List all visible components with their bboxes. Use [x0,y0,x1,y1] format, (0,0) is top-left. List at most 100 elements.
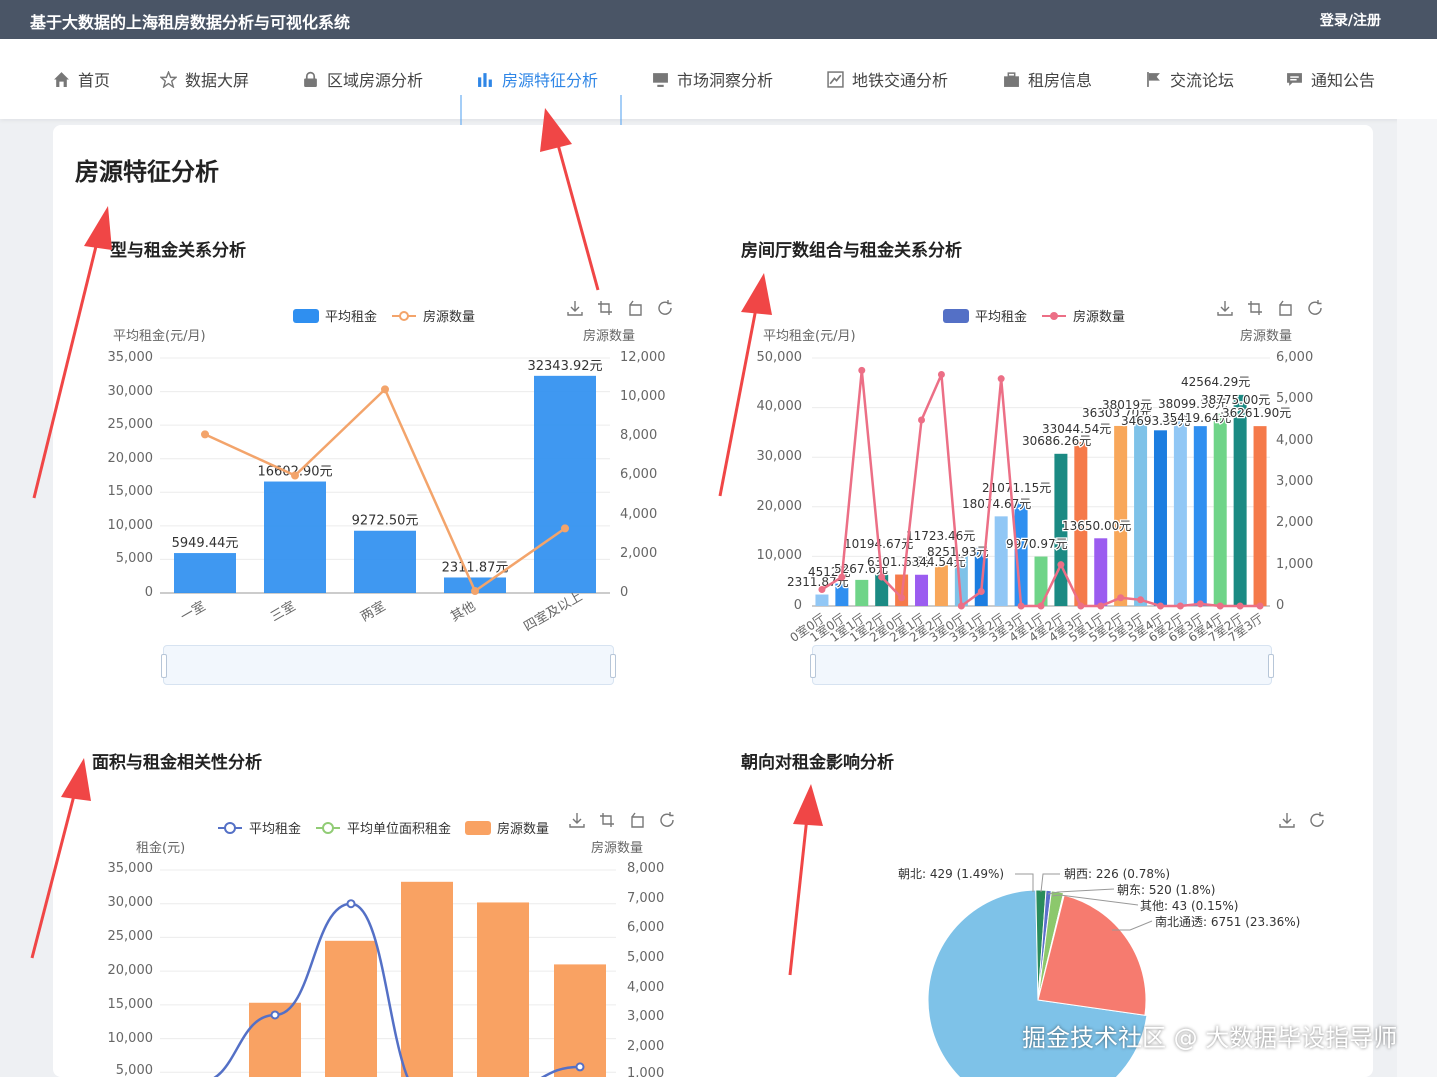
slider-handle-right[interactable] [1268,654,1274,678]
nav-forum[interactable]: 交流论坛 [1145,65,1234,93]
nav-rental-info[interactable]: 租房信息 [1003,65,1092,93]
y-tick: 20,000 [756,499,803,514]
nav-notice[interactable]: 通知公告 [1286,65,1375,93]
y-tick: 10,000 [107,1031,154,1046]
panel2-datazoom-slider[interactable] [810,645,1274,685]
panel2-title: 房间厅数组合与租金关系分析 [741,241,962,261]
slider-handle-right[interactable] [610,654,616,678]
legend-bar-swatch [465,820,492,835]
nav-label: 交流论坛 [1170,71,1235,90]
y-tick-right: 6,000 [620,467,658,482]
panel1-legend: 平均租金 房源数量 [293,306,475,325]
refresh-icon[interactable] [1308,811,1326,829]
y-tick-right: 1,000 [627,1066,665,1077]
y-tick-right: 0 [620,585,629,600]
download-icon[interactable] [568,811,586,829]
login-register-link[interactable]: 登录/注册 [1320,10,1381,30]
y-tick: 25,000 [107,417,154,432]
refresh-icon[interactable] [1306,299,1324,317]
y-tick-right: 6,000 [1276,350,1314,365]
y-tick-right: 8,000 [620,428,658,443]
refresh-icon[interactable] [656,299,674,317]
legend-label[interactable]: 房源数量 [1073,306,1125,325]
y-tick-right: 2,000 [620,546,658,561]
nav-label: 地铁交通分析 [852,71,949,90]
panel2-legend: 平均租金 房源数量 [943,306,1125,325]
legend-label[interactable]: 平均租金 [325,306,377,325]
y-tick: 5,000 [115,1063,153,1077]
page-title: 房源特征分析 [75,158,219,186]
nav-label: 租房信息 [1028,71,1093,90]
y-tick: 15,000 [107,484,154,499]
download-icon[interactable] [1216,299,1234,317]
legend-label[interactable]: 房源数量 [497,818,549,837]
y-tick: 30,000 [107,895,154,910]
y-tick-right: 2,000 [627,1039,665,1054]
panel3-yaxis-left-name: 租金(元) [136,841,186,856]
y-tick: 10,000 [756,548,803,563]
panel2-yaxis-left-name: 平均租金(元/月) [763,329,856,344]
zoom-icon[interactable] [1246,299,1264,317]
download-icon[interactable] [566,299,584,317]
download-icon[interactable] [1278,811,1296,829]
zoom-icon[interactable] [596,299,614,317]
message-icon [1287,72,1302,86]
lock-icon [304,71,317,87]
y-tick-right: 2,000 [1276,515,1314,530]
watermark: 掘金技术社区 @ 大数据毕设指导师 [1022,1024,1398,1052]
nav-label: 数据大屏 [185,71,250,90]
y-tick-right: 4,000 [620,507,658,522]
main-nav: 首页 数据大屏 区域房源分析 房源特征分析 市场洞察分析 地铁交通分析 租房信息… [0,39,1437,159]
pie-label: 南北通透: 6751 (23.36%) [1155,915,1301,929]
y-tick-right: 5,000 [627,950,665,965]
legend-line-swatch [392,310,417,321]
y-tick: 30,000 [756,449,803,464]
nav-data-screen[interactable]: 数据大屏 [160,65,249,93]
nav-label: 区域房源分析 [327,71,424,90]
top-bar: 基于大数据的上海租房数据分析与可视化系统 登录/注册 [0,0,1437,39]
refresh-icon[interactable] [658,811,676,829]
pie-label: 朝北: 429 (1.49%) [898,867,1005,881]
star-icon [160,70,177,88]
panel2-toolbox [1216,299,1324,317]
slider-handle-left[interactable] [810,654,816,678]
nav-label: 房源特征分析 [502,71,599,90]
nav-subway-analysis[interactable]: 地铁交通分析 [827,65,948,93]
nav-feature-analysis[interactable]: 房源特征分析 [477,65,598,93]
legend-label[interactable]: 房源数量 [423,306,475,325]
slider-handle-left[interactable] [161,654,167,678]
y-tick: 50,000 [756,350,803,365]
y-tick: 0 [144,585,153,600]
legend-label[interactable]: 平均租金 [249,818,301,837]
legend-line-swatch [316,821,341,834]
legend-bar-swatch [293,308,319,323]
right-gutter [1397,119,1437,1077]
legend-label[interactable]: 平均租金 [975,306,1027,325]
y-tick: 25,000 [107,929,154,944]
y-tick: 30,000 [107,384,154,399]
content-card [53,125,1373,1077]
y-tick: 15,000 [107,997,154,1012]
zoom-reset-icon[interactable] [626,299,644,317]
pie-label: 朝东: 520 (1.8%) [1117,883,1216,897]
line-chart-icon [827,70,844,88]
panel1-toolbox [566,299,674,317]
zoom-reset-icon[interactable] [1276,299,1294,317]
y-tick: 20,000 [107,451,154,466]
zoom-reset-icon[interactable] [628,811,646,829]
nav-home[interactable]: 首页 [53,65,110,93]
zoom-icon[interactable] [598,811,616,829]
legend-label[interactable]: 平均单位面积租金 [347,818,451,837]
pie-label: 其他: 43 (0.15%) [1140,899,1239,913]
y-tick-right: 3,000 [627,1009,665,1024]
panel4-title: 朝向对租金影响分析 [741,753,894,773]
nav-region-analysis[interactable]: 区域房源分析 [302,65,423,93]
panel1-datazoom-slider[interactable] [161,645,616,685]
y-tick: 10,000 [107,518,154,533]
flag-icon [1147,71,1160,87]
y-tick: 0 [793,598,802,613]
nav-market-insight[interactable]: 市场洞察分析 [652,65,773,93]
y-tick: 5,000 [115,551,153,566]
nav-label: 市场洞察分析 [677,71,774,90]
y-tick-right: 6,000 [627,920,665,935]
